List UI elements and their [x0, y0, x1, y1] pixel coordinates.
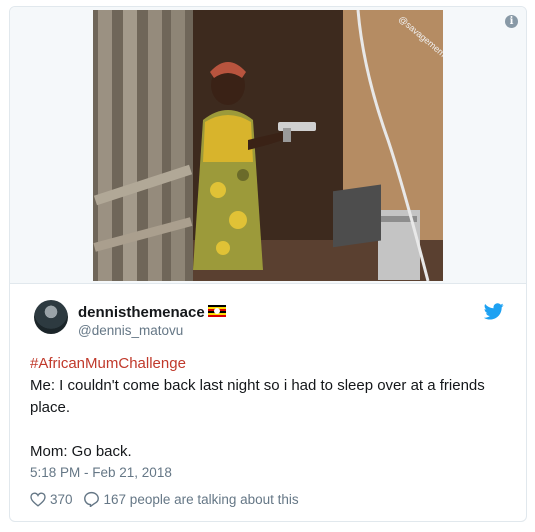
tweet-timestamp[interactable]: 5:18 PM - Feb 21, 2018	[30, 465, 172, 480]
tweet-line-2: Mom: Go back.	[30, 443, 132, 460]
reply-icon[interactable]	[83, 491, 100, 507]
tweet-text: #AfricanMumChallenge Me: I couldn't come…	[30, 353, 500, 463]
info-icon[interactable]: i	[505, 15, 518, 28]
talking-about-link[interactable]: 167 people are talking about this	[104, 492, 299, 507]
tweet-photo[interactable]: @savagememe i	[10, 7, 526, 283]
embedded-tweet-card[interactable]: @savagememe i dennisthemenace @dennis_ma…	[9, 6, 527, 522]
tweet-actions: 370 167 people are talking about this	[30, 491, 299, 507]
uganda-flag-icon	[207, 305, 226, 318]
author-display-name[interactable]: dennisthemenace	[78, 304, 226, 321]
twitter-bird-icon[interactable]	[484, 303, 504, 320]
hashtag-link[interactable]: #AfricanMumChallenge	[30, 355, 186, 372]
tweet-line-1: Me: I couldn't come back last night so i…	[30, 377, 485, 416]
heart-icon[interactable]	[30, 491, 46, 507]
display-name-text[interactable]: dennisthemenace	[78, 304, 205, 321]
photo-grandma-with-gun: @savagememe	[93, 10, 443, 281]
divider	[10, 283, 526, 284]
like-count[interactable]: 370	[50, 492, 73, 507]
avatar[interactable]	[34, 300, 68, 334]
author-handle[interactable]: @dennis_matovu	[78, 323, 183, 338]
